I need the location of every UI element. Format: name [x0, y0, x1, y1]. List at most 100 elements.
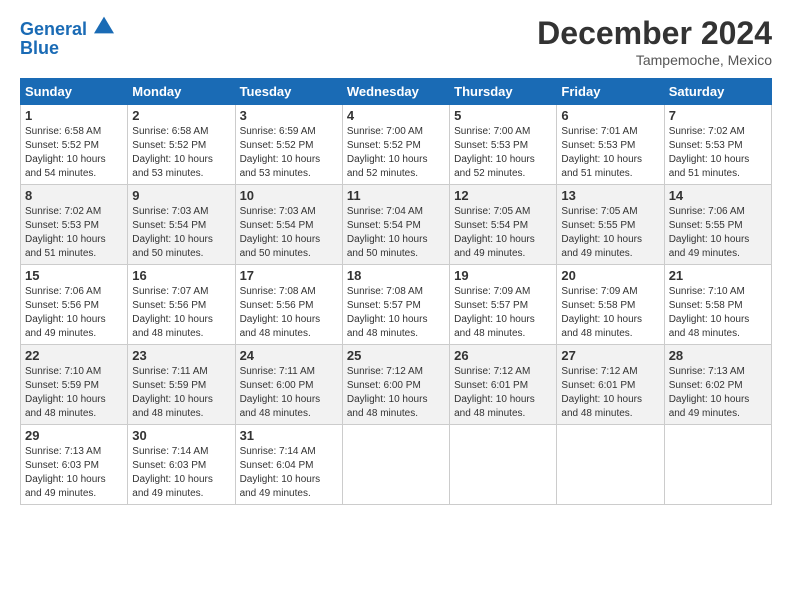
calendar-day-cell: 22Sunrise: 7:10 AMSunset: 5:59 PMDayligh…: [21, 345, 128, 425]
day-number: 2: [132, 108, 230, 123]
day-number: 31: [240, 428, 338, 443]
day-number: 25: [347, 348, 445, 363]
day-number: 24: [240, 348, 338, 363]
day-number: 7: [669, 108, 767, 123]
page-container: General Blue December 2024 Tampemoche, M…: [0, 0, 792, 515]
location: Tampemoche, Mexico: [537, 52, 772, 68]
day-info: Sunrise: 7:03 AMSunset: 5:54 PMDaylight:…: [132, 205, 230, 261]
calendar-day-cell: 25 Sunrise: 7:12 AMSunset: 6:00 PMDayligh…: [342, 345, 449, 425]
day-number: 11: [347, 188, 445, 203]
day-number: 19: [454, 268, 552, 283]
day-info: Sunrise: 7:04 AMSunset: 5:54 PMDaylight:…: [347, 205, 445, 261]
day-info: Sunrise: 7:07 AMSunset: 5:56 PMDaylight:…: [132, 285, 230, 341]
calendar-day-cell: 24 Sunrise: 7:11 AMSunset: 6:00 PMDayligh…: [235, 345, 342, 425]
weekday-header-wednesday: Wednesday: [342, 79, 449, 105]
calendar-day-cell: 7 Sunrise: 7:02 AMSunset: 5:53 PMDaylight…: [664, 105, 771, 185]
day-info: Sunrise: 6:58 AMSunset: 5:52 PMDaylight:…: [132, 125, 230, 181]
day-number: 21: [669, 268, 767, 283]
calendar-day-cell: 8 Sunrise: 7:02 AMSunset: 5:53 PMDaylight…: [21, 185, 128, 265]
logo-general: General: [20, 19, 87, 39]
day-info: Sunrise: 7:03 AMSunset: 5:54 PMDaylight:…: [240, 205, 338, 261]
calendar-day-cell: 30Sunrise: 7:14 AMSunset: 6:03 PMDayligh…: [128, 425, 235, 505]
day-info: Sunrise: 7:05 AMSunset: 5:55 PMDaylight:…: [561, 205, 659, 261]
calendar-day-cell: 16 Sunrise: 7:07 AMSunset: 5:56 PMDayligh…: [128, 265, 235, 345]
day-number: 4: [347, 108, 445, 123]
empty-cell: [342, 425, 449, 505]
logo-blue: Blue: [20, 38, 114, 59]
day-number: 1: [25, 108, 123, 123]
empty-cell: [664, 425, 771, 505]
day-number: 13: [561, 188, 659, 203]
day-info: Sunrise: 7:02 AMSunset: 5:53 PMDaylight:…: [669, 125, 767, 181]
day-info: Sunrise: 7:10 AMSunset: 5:59 PMDaylight:…: [25, 365, 123, 421]
logo-text: General: [20, 15, 114, 40]
day-info: Sunrise: 7:11 AMSunset: 5:59 PMDaylight:…: [132, 365, 230, 421]
calendar-day-cell: 12 Sunrise: 7:05 AMSunset: 5:54 PMDayligh…: [450, 185, 557, 265]
weekday-header-thursday: Thursday: [450, 79, 557, 105]
day-info: Sunrise: 7:06 AMSunset: 5:55 PMDaylight:…: [669, 205, 767, 261]
day-number: 5: [454, 108, 552, 123]
day-info: Sunrise: 7:00 AMSunset: 5:53 PMDaylight:…: [454, 125, 552, 181]
calendar-week-row: 8 Sunrise: 7:02 AMSunset: 5:53 PMDaylight…: [21, 185, 772, 265]
day-info: Sunrise: 7:09 AMSunset: 5:57 PMDaylight:…: [454, 285, 552, 341]
day-info: Sunrise: 7:11 AMSunset: 6:00 PMDaylight:…: [240, 365, 338, 421]
day-info: Sunrise: 7:01 AMSunset: 5:53 PMDaylight:…: [561, 125, 659, 181]
calendar-day-cell: 18Sunrise: 7:08 AMSunset: 5:57 PMDayligh…: [342, 265, 449, 345]
weekday-header-sunday: Sunday: [21, 79, 128, 105]
day-info: Sunrise: 7:00 AMSunset: 5:52 PMDaylight:…: [347, 125, 445, 181]
day-number: 14: [669, 188, 767, 203]
calendar-day-cell: 19 Sunrise: 7:09 AMSunset: 5:57 PMDayligh…: [450, 265, 557, 345]
day-info: Sunrise: 6:59 AMSunset: 5:52 PMDaylight:…: [240, 125, 338, 181]
day-number: 29: [25, 428, 123, 443]
calendar-day-cell: 23Sunrise: 7:11 AMSunset: 5:59 PMDayligh…: [128, 345, 235, 425]
month-title: December 2024: [537, 15, 772, 52]
calendar-day-cell: 15 Sunrise: 7:06 AMSunset: 5:56 PMDayligh…: [21, 265, 128, 345]
logo-icon: [94, 15, 114, 35]
calendar-table: SundayMondayTuesdayWednesdayThursdayFrid…: [20, 78, 772, 505]
day-number: 30: [132, 428, 230, 443]
day-info: Sunrise: 7:06 AMSunset: 5:56 PMDaylight:…: [25, 285, 123, 341]
day-number: 8: [25, 188, 123, 203]
day-info: Sunrise: 7:05 AMSunset: 5:54 PMDaylight:…: [454, 205, 552, 261]
day-info: Sunrise: 7:02 AMSunset: 5:53 PMDaylight:…: [25, 205, 123, 261]
day-number: 10: [240, 188, 338, 203]
empty-cell: [557, 425, 664, 505]
day-number: 12: [454, 188, 552, 203]
day-info: Sunrise: 7:14 AMSunset: 6:04 PMDaylight:…: [240, 445, 338, 501]
day-info: Sunrise: 7:12 AMSunset: 6:00 PMDaylight:…: [347, 365, 445, 421]
day-info: Sunrise: 6:58 AMSunset: 5:52 PMDaylight:…: [25, 125, 123, 181]
calendar-day-cell: 3 Sunrise: 6:59 AMSunset: 5:52 PMDaylight…: [235, 105, 342, 185]
day-number: 16: [132, 268, 230, 283]
weekday-header-row: SundayMondayTuesdayWednesdayThursdayFrid…: [21, 79, 772, 105]
day-number: 9: [132, 188, 230, 203]
day-info: Sunrise: 7:12 AMSunset: 6:01 PMDaylight:…: [561, 365, 659, 421]
day-info: Sunrise: 7:13 AMSunset: 6:03 PMDaylight:…: [25, 445, 123, 501]
day-number: 18: [347, 268, 445, 283]
calendar-day-cell: 11 Sunrise: 7:04 AMSunset: 5:54 PMDayligh…: [342, 185, 449, 265]
calendar-day-cell: 27Sunrise: 7:12 AMSunset: 6:01 PMDayligh…: [557, 345, 664, 425]
empty-cell: [450, 425, 557, 505]
calendar-day-cell: 10 Sunrise: 7:03 AMSunset: 5:54 PMDayligh…: [235, 185, 342, 265]
header: General Blue December 2024 Tampemoche, M…: [20, 15, 772, 68]
day-number: 28: [669, 348, 767, 363]
logo: General Blue: [20, 15, 114, 59]
day-info: Sunrise: 7:09 AMSunset: 5:58 PMDaylight:…: [561, 285, 659, 341]
weekday-header-monday: Monday: [128, 79, 235, 105]
calendar-day-cell: 14 Sunrise: 7:06 AMSunset: 5:55 PMDayligh…: [664, 185, 771, 265]
calendar-day-cell: 5 Sunrise: 7:00 AMSunset: 5:53 PMDaylight…: [450, 105, 557, 185]
calendar-day-cell: 13 Sunrise: 7:05 AMSunset: 5:55 PMDayligh…: [557, 185, 664, 265]
calendar-day-cell: 4 Sunrise: 7:00 AMSunset: 5:52 PMDaylight…: [342, 105, 449, 185]
day-info: Sunrise: 7:12 AMSunset: 6:01 PMDaylight:…: [454, 365, 552, 421]
day-number: 6: [561, 108, 659, 123]
weekday-header-friday: Friday: [557, 79, 664, 105]
weekday-header-tuesday: Tuesday: [235, 79, 342, 105]
day-number: 15: [25, 268, 123, 283]
calendar-day-cell: 31 Sunrise: 7:14 AMSunset: 6:04 PMDayligh…: [235, 425, 342, 505]
calendar-day-cell: 28Sunrise: 7:13 AMSunset: 6:02 PMDayligh…: [664, 345, 771, 425]
calendar-week-row: 15 Sunrise: 7:06 AMSunset: 5:56 PMDayligh…: [21, 265, 772, 345]
calendar-day-cell: 26Sunrise: 7:12 AMSunset: 6:01 PMDayligh…: [450, 345, 557, 425]
calendar-week-row: 22Sunrise: 7:10 AMSunset: 5:59 PMDayligh…: [21, 345, 772, 425]
calendar-day-cell: 29 Sunrise: 7:13 AMSunset: 6:03 PMDayligh…: [21, 425, 128, 505]
weekday-header-saturday: Saturday: [664, 79, 771, 105]
day-number: 3: [240, 108, 338, 123]
